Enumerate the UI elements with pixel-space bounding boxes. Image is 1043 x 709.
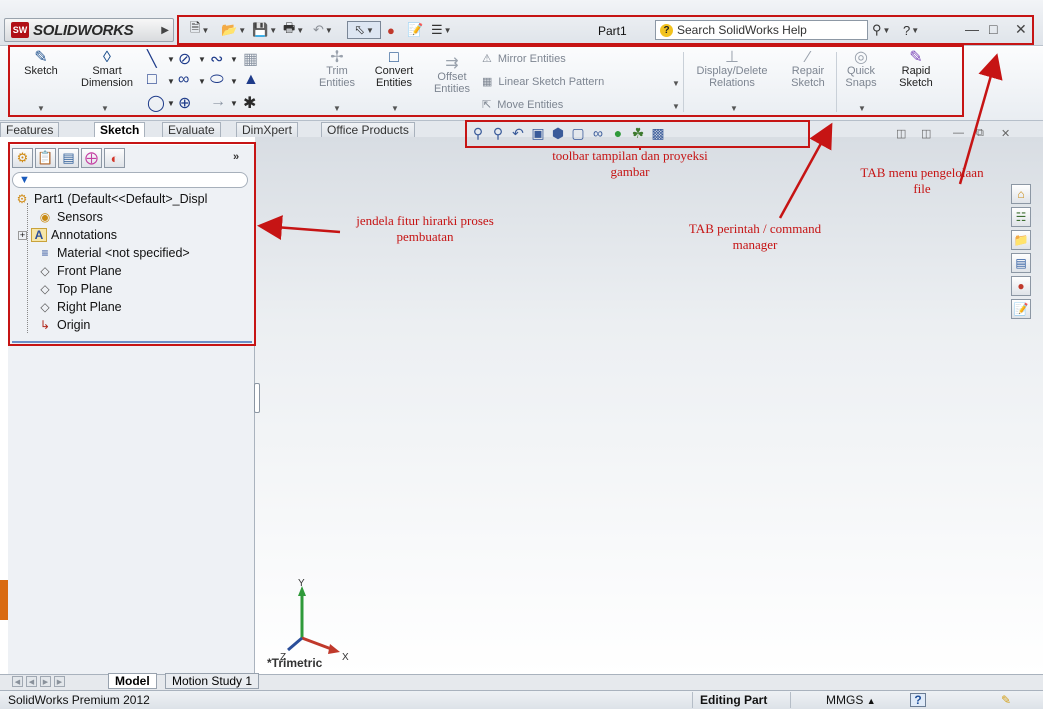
pencil-status-icon: ✎ xyxy=(1001,693,1012,707)
tab-model[interactable]: Model xyxy=(108,673,157,689)
chevron-up-icon: ▲ xyxy=(866,696,876,706)
annotation-arrows xyxy=(257,53,1003,240)
first-tab-nav-button[interactable]: ◀ xyxy=(12,676,23,687)
next-arrow-icon: ▶ xyxy=(42,678,49,686)
status-divider xyxy=(692,692,693,708)
prev-arrow-icon: ◀ xyxy=(28,678,35,686)
status-divider xyxy=(790,692,791,708)
last-tab-nav-button[interactable]: ▶ xyxy=(54,676,65,687)
rebuild-status-button[interactable]: ✎ xyxy=(1001,693,1011,707)
last-arrow-icon: ▶ xyxy=(56,678,63,686)
status-bar xyxy=(0,690,1043,709)
arrow-feature-tree xyxy=(257,215,341,240)
first-arrow-icon: ◀ xyxy=(14,678,21,686)
tab-motion-study[interactable]: Motion Study 1 xyxy=(165,673,260,689)
units-value: MMGS xyxy=(826,693,864,707)
arrow-file-menu xyxy=(958,53,1003,185)
status-product: SolidWorks Premium 2012 xyxy=(8,693,150,707)
quick-tips-button[interactable]: ? xyxy=(910,693,926,707)
units-selector[interactable]: MMGS ▲ xyxy=(826,693,876,707)
next-tab-nav-button[interactable]: ▶ xyxy=(40,676,51,687)
arrow-command-manager xyxy=(778,122,833,219)
status-mode: Editing Part xyxy=(700,693,768,707)
prev-tab-nav-button[interactable]: ◀ xyxy=(26,676,37,687)
